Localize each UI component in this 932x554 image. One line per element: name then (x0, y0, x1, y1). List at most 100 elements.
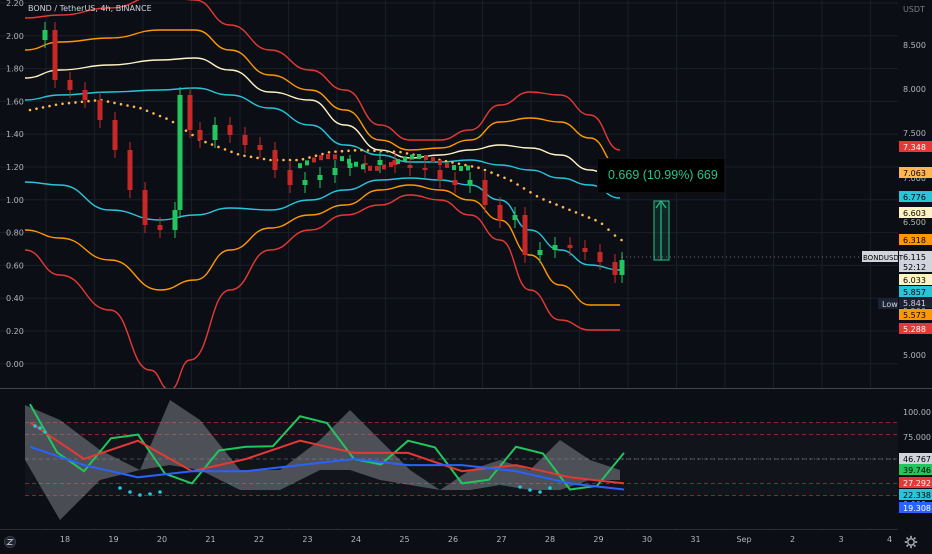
measure-label: 0.669 (10.99%) 669 (608, 168, 718, 182)
midline-dot (340, 149, 344, 153)
candle[interactable] (437, 170, 443, 180)
low-label: Low (882, 300, 898, 309)
candle[interactable] (319, 155, 323, 161)
candle[interactable] (287, 170, 293, 185)
candle[interactable] (333, 154, 337, 160)
candle[interactable] (377, 160, 383, 165)
candle[interactable] (445, 162, 449, 168)
price-badge-label: 5.841 (903, 299, 926, 308)
oscillator-signal-dot (33, 424, 37, 428)
left-tick-label: 0.20 (6, 327, 24, 336)
candle[interactable] (227, 125, 233, 135)
candle[interactable] (389, 162, 393, 168)
symbol-title[interactable]: BOND / TetherUS, 4h, BINANCE (28, 4, 152, 13)
candle[interactable] (466, 165, 470, 171)
candle[interactable] (382, 164, 386, 170)
candle[interactable] (52, 30, 58, 80)
candle[interactable] (177, 95, 183, 210)
oscillator-signal-dot (548, 486, 552, 490)
midline-dot (444, 159, 448, 163)
candle[interactable] (82, 90, 88, 100)
candle[interactable] (396, 159, 400, 165)
midline-dot (171, 120, 175, 124)
candle[interactable] (438, 160, 442, 166)
candle[interactable] (619, 260, 625, 275)
currency-label[interactable]: USDT (903, 5, 925, 14)
candle[interactable] (403, 156, 407, 162)
candle[interactable] (187, 95, 193, 130)
midline-dot (87, 99, 90, 103)
candle[interactable] (112, 120, 118, 150)
candle[interactable] (597, 252, 603, 262)
midline-dot (516, 183, 519, 186)
candle[interactable] (452, 180, 458, 185)
gear-icon[interactable] (904, 535, 918, 549)
time-label: 20 (157, 535, 167, 544)
candle[interactable] (242, 135, 248, 145)
candle[interactable] (157, 225, 163, 230)
z-icon[interactable] (4, 536, 16, 548)
candle[interactable] (537, 250, 543, 255)
candle[interactable] (431, 157, 435, 163)
measure-arrow[interactable] (653, 199, 670, 261)
candle[interactable] (172, 210, 178, 230)
midline-dot (334, 150, 337, 153)
right-tick-label: 7.500 (903, 129, 926, 138)
time-label: 3 (838, 535, 843, 544)
candle[interactable] (407, 165, 413, 168)
candle[interactable] (326, 154, 330, 160)
midline-dot (594, 218, 597, 222)
midline-dot (490, 171, 493, 174)
candle[interactable] (347, 158, 351, 164)
oscillator-badge-label: 19.308 (903, 504, 931, 513)
oscillator-badge-label: 39.746 (903, 466, 931, 475)
candle[interactable] (497, 205, 503, 220)
candle[interactable] (354, 161, 358, 167)
candle[interactable] (567, 245, 573, 248)
midline-dot (613, 234, 617, 237)
candle[interactable] (422, 168, 428, 170)
midline-dot (165, 117, 168, 120)
oscillator-badge-label: 46.767 (903, 455, 931, 464)
candle[interactable] (257, 145, 263, 150)
candle[interactable] (375, 165, 379, 171)
candle[interactable] (302, 180, 308, 185)
candle[interactable] (42, 30, 48, 40)
midline-dot (152, 112, 155, 115)
candle[interactable] (417, 154, 421, 160)
candle[interactable] (459, 165, 463, 171)
candle[interactable] (424, 154, 428, 160)
left-tick-label: 1.00 (6, 196, 24, 205)
candle[interactable] (612, 262, 618, 275)
candle[interactable] (312, 157, 316, 163)
candle[interactable] (482, 180, 488, 205)
candle[interactable] (410, 154, 414, 160)
candle[interactable] (368, 165, 372, 171)
candle[interactable] (317, 175, 323, 180)
candle[interactable] (127, 150, 133, 190)
candle[interactable] (332, 168, 338, 175)
candle[interactable] (582, 248, 588, 252)
candle[interactable] (552, 245, 558, 250)
price-badge-label: 6.603 (903, 209, 926, 218)
candle[interactable] (467, 180, 473, 185)
candle[interactable] (272, 150, 278, 170)
left-tick-label: 1.20 (6, 163, 24, 172)
time-label: 21 (205, 535, 215, 544)
candle[interactable] (212, 125, 218, 140)
candle[interactable] (522, 215, 528, 255)
chart-canvas[interactable]: 2.20 2.00 1.80 1.60 1.40 1.20 1.00 0.80 0.60 0.40… (0, 0, 932, 550)
candle[interactable] (142, 190, 148, 225)
midline-dot (600, 222, 604, 226)
candle[interactable] (67, 80, 73, 90)
candle[interactable] (512, 215, 518, 220)
candle[interactable] (298, 163, 302, 169)
candle[interactable] (340, 156, 344, 162)
midline-dot (106, 100, 110, 103)
candle[interactable] (452, 165, 456, 171)
candle[interactable] (361, 164, 365, 170)
candle[interactable] (97, 100, 103, 120)
candle[interactable] (305, 160, 309, 166)
price-badge-label: 6.776 (903, 193, 926, 202)
candle[interactable] (197, 130, 203, 140)
